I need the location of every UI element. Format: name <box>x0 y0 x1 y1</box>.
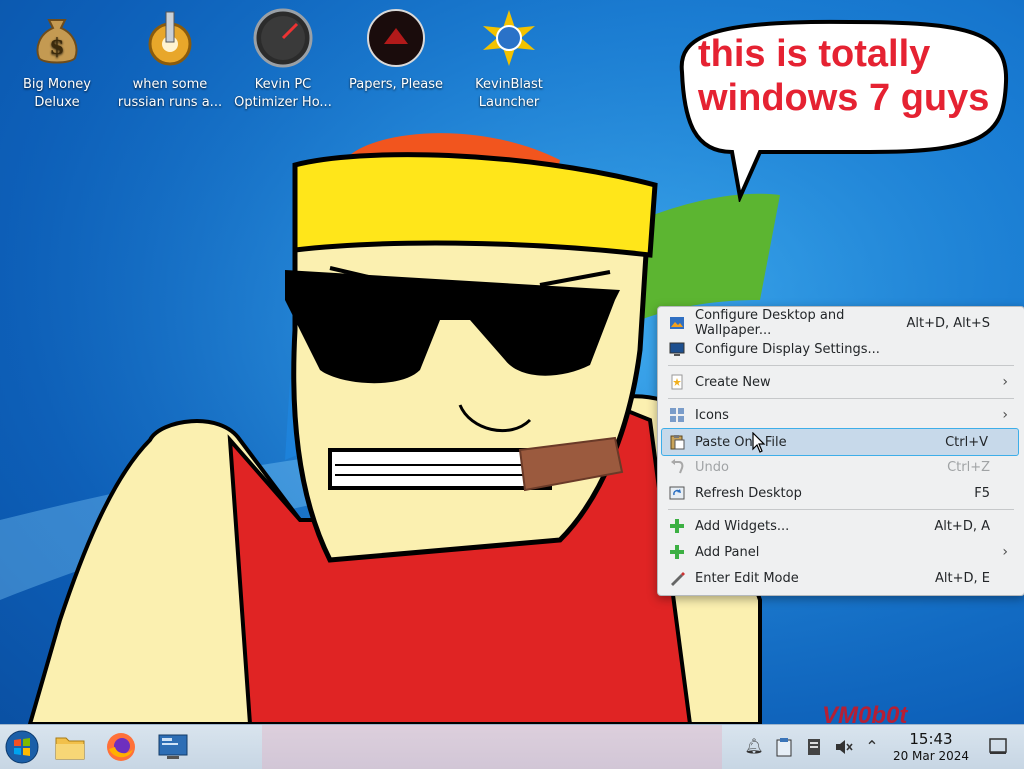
desktop-context-menu: Configure Desktop and Wallpaper... Alt+D… <box>657 306 1024 596</box>
desktop-icon-label: KevinBlast Launcher <box>475 77 543 110</box>
menu-item-label: Paste One File <box>695 434 787 450</box>
mouse-cursor-icon <box>752 432 766 453</box>
display-icon <box>669 341 685 357</box>
clock-date[interactable]: 20 Mar 2024 <box>884 749 978 763</box>
menu-item-shortcut: Alt+D, E <box>935 570 990 586</box>
menu-item-shortcut: Alt+D, Alt+S <box>906 315 990 331</box>
menu-item-create-new[interactable]: Create New › <box>662 369 1020 395</box>
menu-separator <box>668 398 1014 399</box>
file-manager-icon <box>55 737 85 760</box>
bubble-line-2: windows 7 guys <box>698 77 990 119</box>
menu-item-shortcut: Ctrl+Z <box>947 459 990 475</box>
desktop-icon-kevinblast[interactable]: KevinBlast Launcher <box>454 8 564 112</box>
desktop-icon-label: when some russian runs a... <box>117 77 223 110</box>
undo-icon <box>669 459 685 475</box>
menu-item-configure-display[interactable]: Configure Display Settings... <box>662 336 1020 362</box>
menu-item-icons[interactable]: Icons › <box>662 402 1020 428</box>
wallpaper-icon <box>669 315 685 331</box>
firefox-icon <box>107 733 135 761</box>
menu-item-label: Icons <box>695 407 729 423</box>
clipboard-icon[interactable] <box>774 737 794 757</box>
menu-item-label: Add Panel <box>695 544 760 560</box>
menu-item-add-widgets[interactable]: Add Widgets... Alt+D, A <box>662 513 1020 539</box>
mute-icon[interactable] <box>834 737 854 757</box>
system-settings-icon <box>158 734 188 759</box>
menu-item-label: Enter Edit Mode <box>695 570 799 586</box>
task-manager-area <box>262 725 722 769</box>
desktop-icon-kevin-pc-optimizer[interactable]: Kevin PC Optimizer Ho... <box>228 8 338 112</box>
menu-item-label: Create New <box>695 374 771 390</box>
expand-tray-icon[interactable]: ⌃ <box>862 737 882 757</box>
gear-icon <box>140 8 200 68</box>
bubble-line-1: this is totally <box>698 33 931 75</box>
edit-icon <box>669 570 685 586</box>
papers-please-icon <box>366 8 426 68</box>
desktop-icon-label: Kevin PC Optimizer Ho... <box>234 77 332 110</box>
menu-separator <box>668 509 1014 510</box>
file-manager-button[interactable] <box>52 729 88 765</box>
desktop-icon-label: Papers, Please <box>348 77 444 92</box>
paste-icon <box>669 434 685 450</box>
refresh-icon <box>669 485 685 501</box>
system-settings-button[interactable] <box>155 729 191 765</box>
storage-icon[interactable] <box>804 737 824 757</box>
chevron-right-icon: › <box>1002 407 1008 423</box>
menu-item-shortcut: Alt+D, A <box>934 518 990 534</box>
menu-item-configure-wallpaper[interactable]: Configure Desktop and Wallpaper... Alt+D… <box>662 308 1020 338</box>
desktop-icon-russian[interactable]: when some russian runs a... <box>115 8 225 112</box>
menu-item-label: Configure Display Settings... <box>695 341 880 357</box>
menu-item-label: Add Widgets... <box>695 518 790 534</box>
firefox-button[interactable] <box>103 729 139 765</box>
show-desktop-icon[interactable] <box>988 737 1008 757</box>
desktop-icon-papers-please[interactable]: Papers, Please <box>341 8 451 94</box>
add-icon <box>669 518 685 534</box>
menu-item-label: Undo <box>695 459 729 475</box>
start-orb-icon <box>5 730 39 764</box>
notifications-icon[interactable]: 🔔︎ <box>744 737 764 757</box>
icons-icon <box>669 407 685 423</box>
taskbar: 🔔︎ ⌃ 15:43 20 Mar 2024 <box>0 724 1024 769</box>
menu-item-shortcut: F5 <box>974 485 990 501</box>
menu-item-label: Configure Desktop and Wallpaper... <box>695 308 845 338</box>
desktop-icon-big-money-deluxe[interactable]: $ Big Money Deluxe <box>2 8 112 112</box>
speech-bubble-text: this is totally windows 7 guys <box>698 32 998 120</box>
menu-item-refresh[interactable]: Refresh Desktop F5 <box>662 480 1020 506</box>
kevinblast-icon <box>479 8 539 68</box>
menu-item-undo[interactable]: Undo Ctrl+Z <box>662 454 1020 480</box>
speedometer-icon <box>253 8 313 68</box>
menu-item-shortcut: Ctrl+V <box>945 434 988 450</box>
chevron-right-icon: › <box>1002 544 1008 560</box>
menu-item-add-panel[interactable]: Add Panel › <box>662 539 1020 565</box>
money-bag-icon: $ <box>27 8 87 68</box>
desktop-icon-label: Big Money Deluxe <box>22 77 91 110</box>
start-button[interactable] <box>4 729 40 765</box>
add-icon <box>669 544 685 560</box>
chevron-right-icon: › <box>1002 374 1008 390</box>
menu-item-paste[interactable]: Paste One File Ctrl+V <box>661 428 1019 456</box>
menu-separator <box>668 365 1014 366</box>
menu-item-label: Refresh Desktop <box>695 485 802 501</box>
svg-text:$: $ <box>49 34 64 60</box>
create-new-icon <box>669 374 685 390</box>
menu-item-edit-mode[interactable]: Enter Edit Mode Alt+D, E <box>662 565 1020 591</box>
clock-time[interactable]: 15:43 <box>896 730 966 748</box>
